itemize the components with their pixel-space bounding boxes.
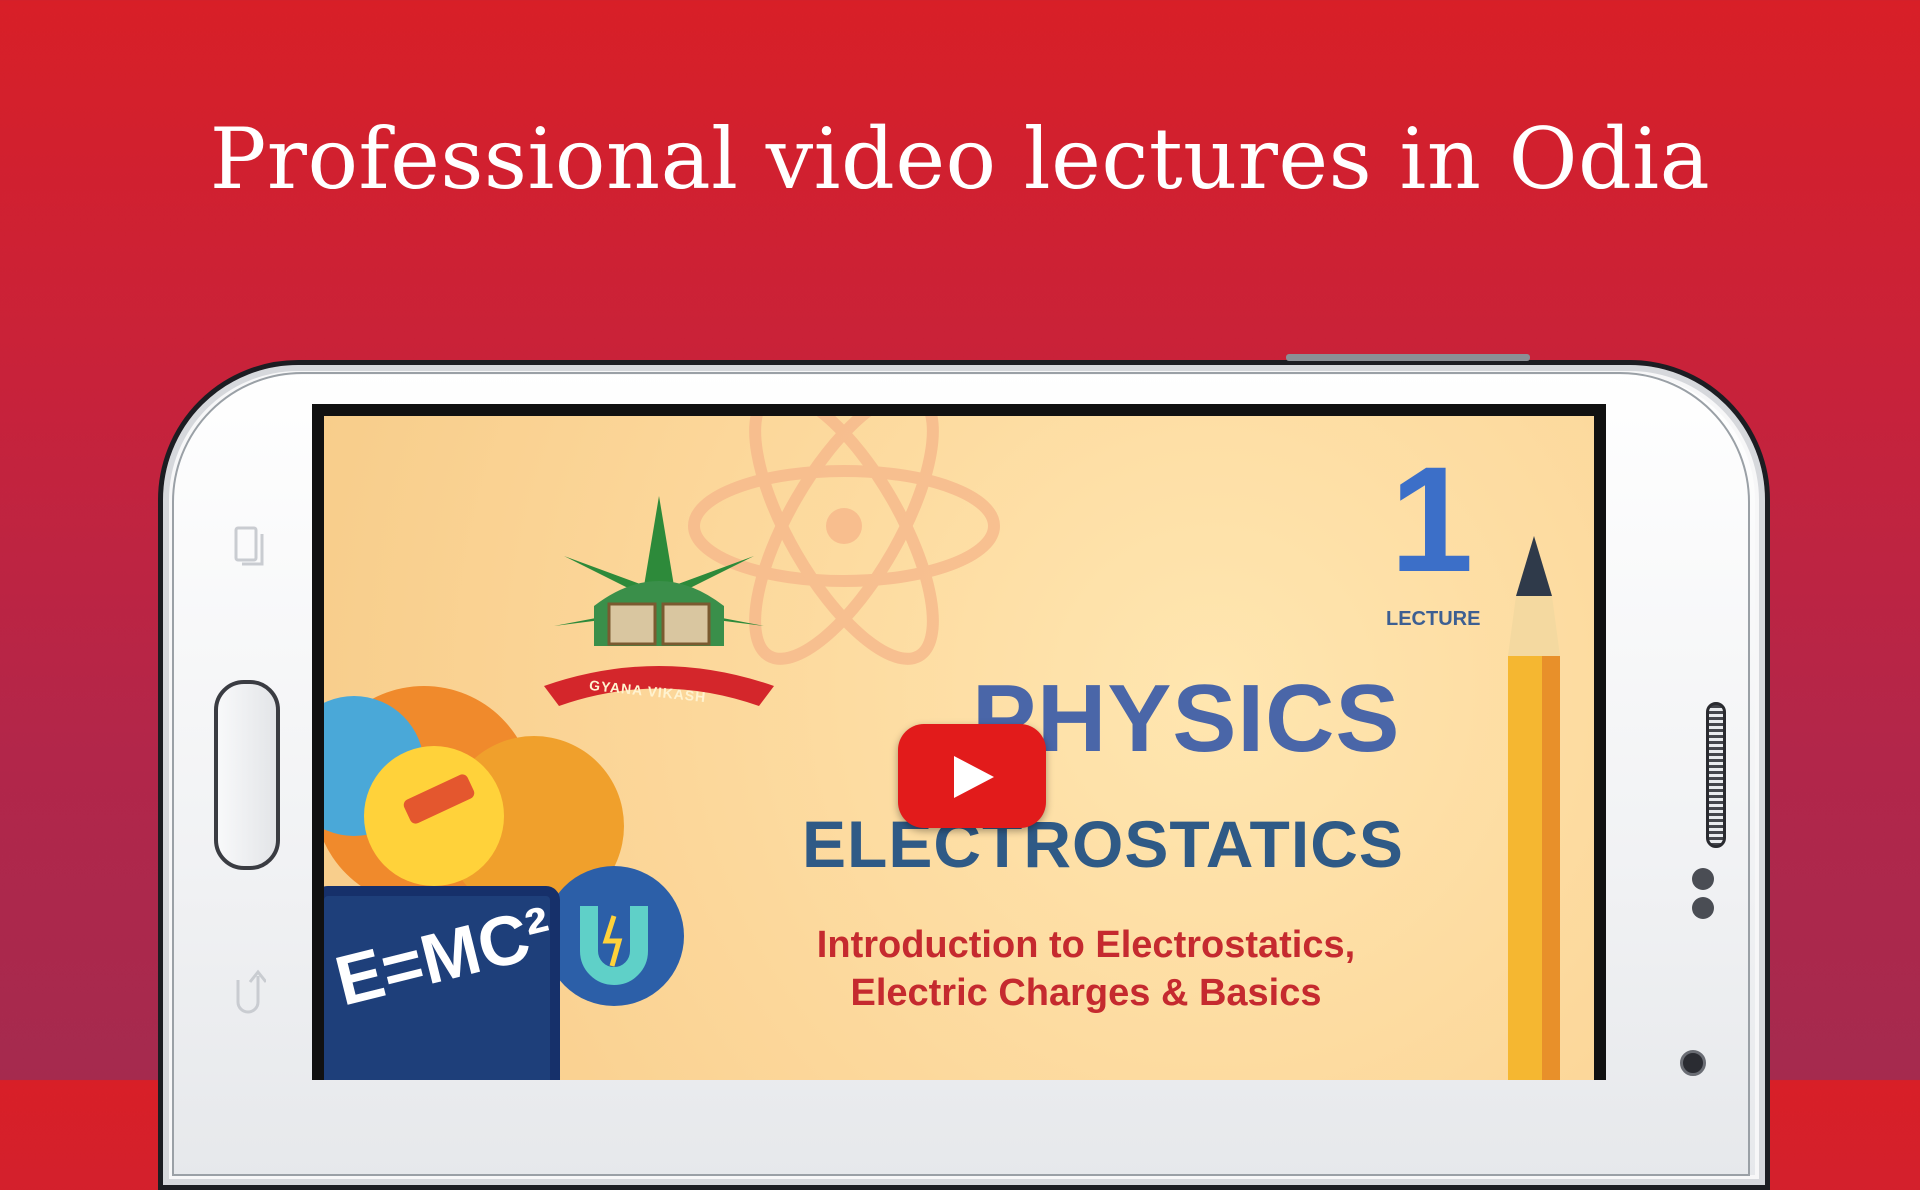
lesson-title-line-1: Introduction to Electrostatics, bbox=[816, 924, 1356, 966]
play-button[interactable] bbox=[898, 724, 1046, 828]
proximity-sensor bbox=[1692, 868, 1714, 890]
lecture-number: 1 bbox=[1390, 435, 1474, 603]
phone-screen: GYANA VIKASH E=MC² 1 LECTURE PHYSICS ELE… bbox=[312, 404, 1606, 1080]
back-icon[interactable] bbox=[230, 966, 268, 1020]
earpiece-speaker bbox=[1706, 702, 1726, 848]
lecture-label: LECTURE bbox=[1386, 608, 1481, 630]
topic-title: ELECTROSTATICS bbox=[802, 807, 1404, 881]
lesson-title-line-2: Electric Charges & Basics bbox=[850, 972, 1322, 1014]
headline: Professional video lectures in Odia bbox=[209, 110, 1711, 208]
play-icon bbox=[954, 756, 994, 798]
front-camera bbox=[1680, 1050, 1706, 1076]
phone-top-button bbox=[1286, 354, 1530, 361]
home-button[interactable] bbox=[214, 680, 280, 870]
light-sensor bbox=[1692, 897, 1714, 919]
recent-apps-icon[interactable] bbox=[232, 524, 266, 576]
pencil-decoration bbox=[1508, 536, 1560, 1080]
video-thumbnail[interactable]: GYANA VIKASH E=MC² 1 LECTURE PHYSICS ELE… bbox=[324, 416, 1594, 1080]
